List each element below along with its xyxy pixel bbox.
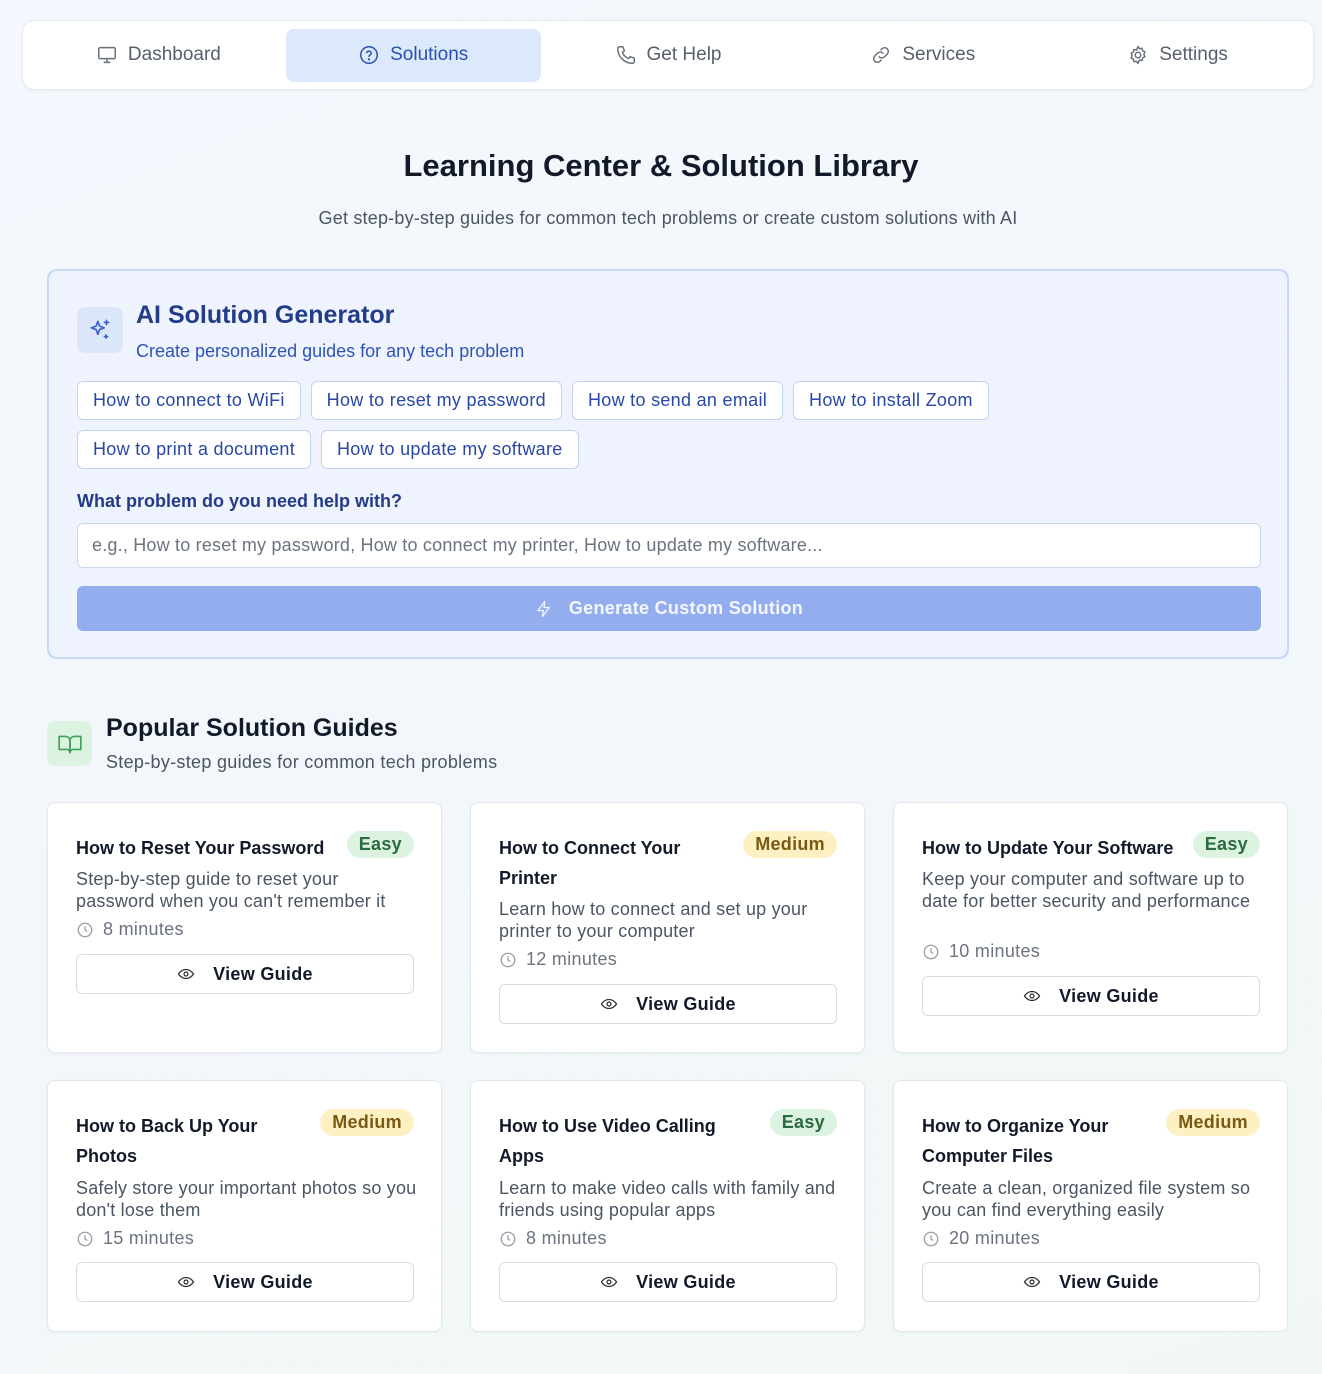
view-guide-button[interactable]: View Guide <box>76 1262 414 1302</box>
guide-card: How to Organize Your Computer Files Medi… <box>893 1080 1288 1332</box>
guide-time: 15 minutes <box>103 1228 195 1248</box>
ai-generator-subtitle: Create personalized guides for any tech … <box>136 341 525 361</box>
difficulty-badge: Medium <box>743 831 837 858</box>
nav-tab-label: Get Help <box>646 44 722 65</box>
guide-duration: 12 minutes <box>499 949 617 970</box>
eye-icon <box>600 998 618 1010</box>
guide-time: 10 minutes <box>949 941 1041 961</box>
view-guide-label: View Guide <box>1059 1271 1159 1292</box>
nav-tab-settings[interactable]: Settings <box>1050 29 1305 82</box>
guide-description: Safely store your important photos so yo… <box>76 1178 417 1220</box>
guide-title: How to Reset Your Password <box>76 838 325 858</box>
guide-card: How to Reset Your Password Easy Step-by-… <box>47 802 442 1053</box>
view-guide-label: View Guide <box>1059 985 1159 1006</box>
guide-title: How to Connect Your Printer <box>499 838 681 888</box>
page-title: Learning Center & Solution Library <box>403 148 919 183</box>
clock-icon <box>500 952 516 967</box>
difficulty-badge: Medium <box>320 1109 414 1136</box>
guide-time: 8 minutes <box>103 919 184 939</box>
guide-duration: 8 minutes <box>76 919 184 940</box>
help-circle-icon <box>360 46 379 64</box>
view-guide-button[interactable]: View Guide <box>922 976 1260 1016</box>
link-icon <box>873 46 890 64</box>
suggestion-chip[interactable]: How to connect to WiFi <box>77 381 301 420</box>
ai-generator-title: AI Solution Generator <box>136 301 395 329</box>
gear-icon <box>1130 45 1146 65</box>
generate-button-label: Generate Custom Solution <box>568 598 804 618</box>
eye-icon <box>1023 990 1041 1002</box>
problem-input[interactable] <box>77 523 1261 568</box>
difficulty-badge: Easy <box>1192 831 1260 858</box>
book-open-icon <box>47 721 92 766</box>
view-guide-label: View Guide <box>636 1271 736 1292</box>
guide-duration: 10 minutes <box>922 941 1040 962</box>
nav-tab-services[interactable]: Services <box>795 29 1050 82</box>
zap-icon <box>537 600 550 617</box>
phone-icon <box>616 46 635 64</box>
guide-title: How to Back Up Your Photos <box>76 1116 258 1166</box>
nav-tab-dashboard[interactable]: Dashboard <box>31 29 286 82</box>
nav-tab-solutions[interactable]: Solutions <box>285 28 541 82</box>
guide-card: How to Back Up Your Photos Medium Safely… <box>47 1080 442 1332</box>
nav-tab-get-help[interactable]: Get Help <box>541 29 796 82</box>
suggestion-chip[interactable]: How to reset my password <box>310 381 562 420</box>
clock-icon <box>77 1231 93 1246</box>
nav-tab-label: Solutions <box>390 44 469 65</box>
guide-card: How to Use Video Calling Apps Easy Learn… <box>470 1080 865 1332</box>
guide-duration: 15 minutes <box>76 1228 194 1249</box>
guide-description: Learn how to connect and set up your pri… <box>499 899 808 941</box>
guide-card: How to Connect Your Printer Medium Learn… <box>470 802 865 1053</box>
suggestion-chip[interactable]: How to print a document <box>77 430 311 469</box>
guide-duration: 8 minutes <box>499 1228 607 1249</box>
guide-time: 20 minutes <box>949 1228 1041 1248</box>
view-guide-button[interactable]: View Guide <box>499 984 837 1024</box>
guide-description: Step-by-step guide to reset your passwor… <box>76 869 386 911</box>
suggestion-chip[interactable]: How to update my software <box>321 430 579 469</box>
page-subtitle: Get step-by-step guides for common tech … <box>318 208 1018 228</box>
popular-guides-subtitle: Step-by-step guides for common tech prob… <box>106 752 498 772</box>
view-guide-button[interactable]: View Guide <box>922 1262 1260 1302</box>
eye-icon <box>600 1276 618 1288</box>
view-guide-label: View Guide <box>213 963 313 984</box>
view-guide-button[interactable]: View Guide <box>76 954 414 994</box>
nav-tab-label: Settings <box>1159 44 1228 65</box>
suggestion-chip[interactable]: How to install Zoom <box>793 381 989 420</box>
suggestion-chips: How to connect to WiFi How to reset my p… <box>77 381 1077 469</box>
view-guide-label: View Guide <box>636 993 736 1014</box>
clock-icon <box>923 944 939 959</box>
suggestion-chip[interactable]: How to send an email <box>571 381 784 420</box>
clock-icon <box>500 1231 516 1246</box>
view-guide-label: View Guide <box>213 1271 313 1292</box>
difficulty-badge: Easy <box>346 831 414 858</box>
guide-title: How to Update Your Software <box>922 838 1174 858</box>
view-guide-button[interactable]: View Guide <box>499 1262 837 1302</box>
guide-time: 8 minutes <box>526 1228 607 1248</box>
guide-time: 12 minutes <box>526 949 618 969</box>
eye-icon <box>177 1276 195 1288</box>
sparkles-icon <box>77 307 123 353</box>
guide-title: How to Organize Your Computer Files <box>922 1116 1109 1166</box>
guide-description: Learn to make video calls with family an… <box>499 1178 836 1220</box>
guide-description: Create a clean, organized file system so… <box>922 1178 1251 1220</box>
nav-tab-label: Dashboard <box>127 44 221 65</box>
guide-title: How to Use Video Calling Apps <box>499 1116 716 1166</box>
eye-icon <box>1023 1276 1041 1288</box>
guide-duration: 20 minutes <box>922 1228 1040 1249</box>
nav-tab-label: Services <box>902 44 976 65</box>
generate-solution-button[interactable]: Generate Custom Solution <box>77 586 1261 631</box>
guide-description: Keep your computer and software up to da… <box>922 869 1251 911</box>
clock-icon <box>923 1231 939 1246</box>
clock-icon <box>77 922 93 937</box>
guide-card: How to Update Your Software Easy Keep yo… <box>893 802 1288 1053</box>
top-nav: Dashboard Solutions Get Help Services Se… <box>22 20 1314 90</box>
eye-icon <box>177 968 195 980</box>
monitor-icon <box>97 46 116 64</box>
problem-question-label: What problem do you need help with? <box>77 491 402 511</box>
difficulty-badge: Medium <box>1166 1109 1260 1136</box>
difficulty-badge: Easy <box>769 1109 837 1136</box>
ai-solution-generator-panel: AI Solution Generator Create personalize… <box>47 269 1289 659</box>
popular-guides-title: Popular Solution Guides <box>106 714 398 742</box>
